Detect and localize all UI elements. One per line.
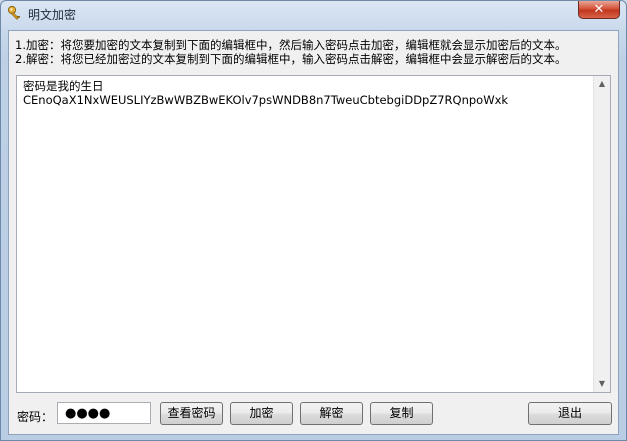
password-label: 密码： [17,410,54,424]
arrow-up-icon[interactable]: ▲ [594,76,610,92]
decrypt-button[interactable]: 解密 [300,402,363,425]
instruction-decrypt: 2.解密：将您已经加密过的文本复制到下面的编辑框中，输入密码点击解密，编辑框中会… [15,52,567,66]
instructions: 1.加密：将您要加密的文本复制到下面的编辑框中，然后输入密码点击加密，编辑框就会… [15,38,566,66]
encrypt-button[interactable]: 加密 [230,402,293,425]
editor-content[interactable]: 密码是我的生日 CEnoQaX1NxWEUSLIYzBwWBZBwEKOlv7p… [23,79,590,107]
instruction-encrypt: 1.加密：将您要加密的文本复制到下面的编辑框中，然后输入密码点击加密，编辑框就会… [15,38,567,52]
close-button[interactable]: ✕ [578,1,620,19]
vertical-scrollbar[interactable]: ▲ ▼ [593,76,610,392]
copy-button[interactable]: 复制 [370,402,433,425]
view-password-button[interactable]: 查看密码 [160,402,223,425]
title-bar[interactable]: 明文加密 ✕ [1,1,626,27]
password-value: ●●●● [65,406,111,421]
bottom-bar: 密码： ●●●● 查看密码 加密 解密 复制 退出 [9,401,618,427]
close-icon: ✕ [593,2,605,17]
text-editor[interactable]: 密码是我的生日 CEnoQaX1NxWEUSLIYzBwWBZBwEKOlv7p… [16,75,611,393]
window-title: 明文加密 [28,8,77,22]
app-window: 明文加密 ✕ 1.加密：将您要加密的文本复制到下面的编辑框中，然后输入密码点击加… [0,0,627,441]
arrow-down-icon[interactable]: ▼ [594,376,610,392]
client-area: 1.加密：将您要加密的文本复制到下面的编辑框中，然后输入密码点击加密，编辑框就会… [8,30,619,435]
key-icon [7,5,23,21]
password-field[interactable]: ●●●● [57,402,151,424]
exit-button[interactable]: 退出 [528,402,612,425]
